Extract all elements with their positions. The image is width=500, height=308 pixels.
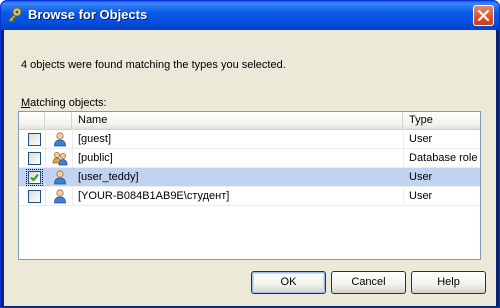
- list-row-guest[interactable]: [guest] User: [19, 130, 480, 149]
- list-row-public[interactable]: [public] Database role: [19, 149, 480, 168]
- row-name: [user_teddy]: [78, 171, 139, 183]
- close-icon: [478, 10, 489, 21]
- close-button[interactable]: [473, 5, 494, 26]
- ok-button[interactable]: OK: [251, 271, 326, 294]
- column-header-icon[interactable]: [45, 112, 72, 129]
- cancel-button[interactable]: Cancel: [331, 271, 406, 294]
- matching-objects-label: Matching objects:: [21, 97, 107, 109]
- dialog-title: Browse for Objects: [28, 7, 148, 22]
- results-message: 4 objects were found matching the types …: [21, 59, 286, 71]
- list-row-user-teddy[interactable]: [user_teddy] User: [19, 168, 480, 187]
- row-checkbox[interactable]: [28, 133, 41, 146]
- row-checkbox[interactable]: [28, 152, 41, 165]
- row-name: [public]: [78, 152, 113, 164]
- column-header-checkbox[interactable]: [19, 112, 45, 129]
- column-header-name[interactable]: Name: [72, 112, 403, 129]
- user-icon: [52, 131, 68, 147]
- row-type: User: [409, 133, 433, 145]
- column-header-type[interactable]: Type: [403, 112, 480, 129]
- browse-for-objects-dialog: Browse for Objects 4 objects were found …: [0, 0, 500, 308]
- help-button[interactable]: Help: [411, 271, 486, 294]
- list-row-student[interactable]: [YOUR-B084B1AB9E\студент] User: [19, 187, 480, 206]
- matching-objects-list[interactable]: Name Type [guest] User [public] Database…: [18, 111, 481, 260]
- label-text: atching objects:: [30, 97, 107, 109]
- row-type: Database role: [409, 152, 478, 164]
- label-accelerator: M: [21, 97, 31, 109]
- key-search-icon: [7, 7, 23, 23]
- row-checkbox[interactable]: [26, 169, 43, 186]
- row-checkbox[interactable]: [28, 190, 41, 203]
- title-bar[interactable]: Browse for Objects: [1, 1, 499, 30]
- dialog-body: 4 objects were found matching the types …: [4, 30, 496, 306]
- user-icon: [52, 169, 68, 185]
- row-type: User: [409, 171, 433, 183]
- list-header: Name Type: [19, 112, 480, 130]
- user-icon: [52, 188, 68, 204]
- row-name: [guest]: [78, 133, 112, 145]
- row-type: User: [409, 190, 433, 202]
- row-name: [YOUR-B084B1AB9E\студент]: [78, 190, 230, 202]
- checkmark-icon: [30, 173, 39, 182]
- database-role-icon: [52, 150, 68, 166]
